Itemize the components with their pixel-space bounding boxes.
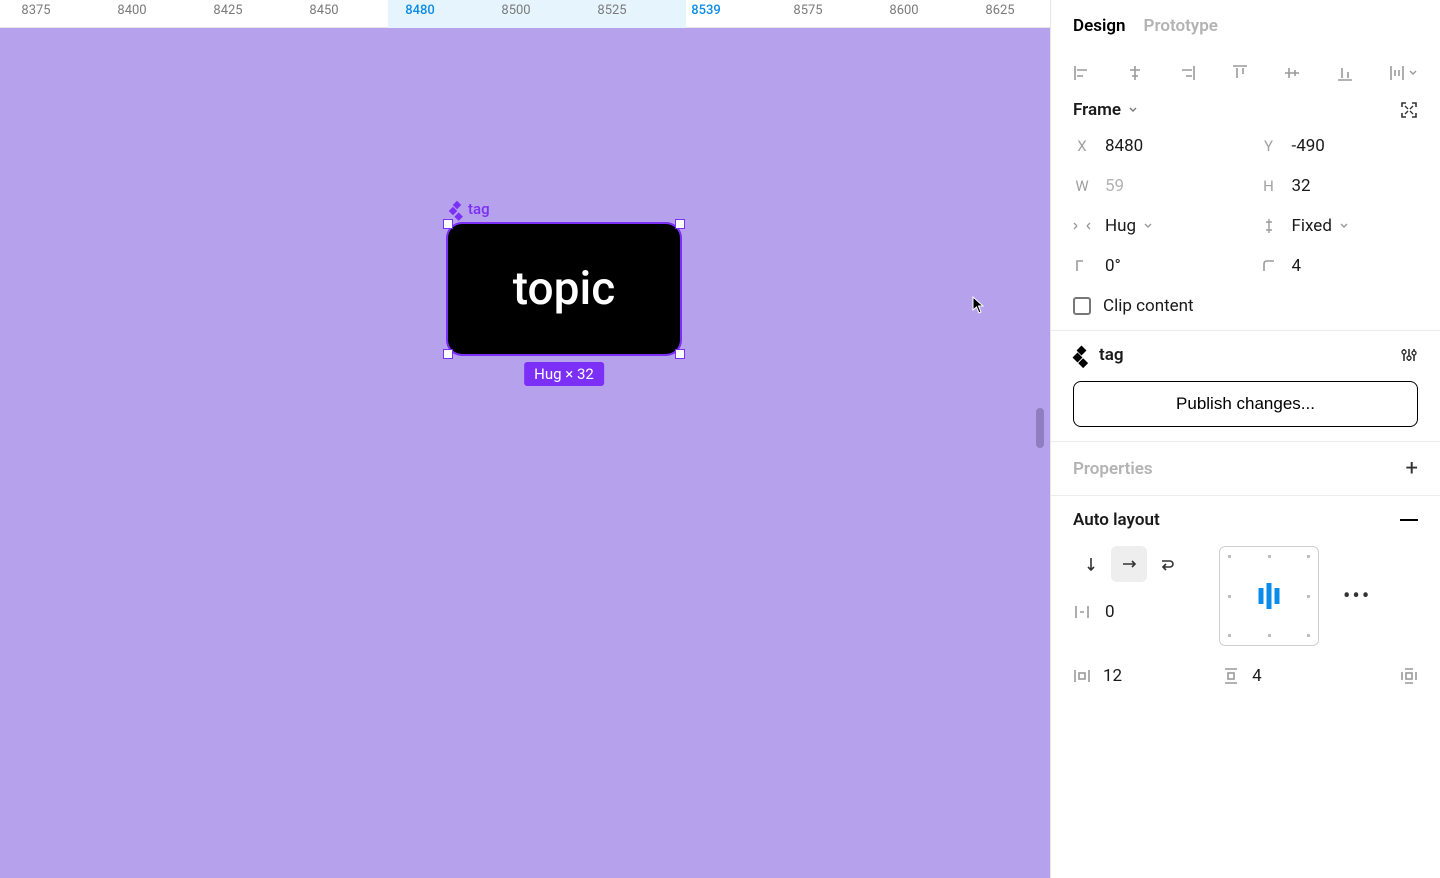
ruler-tick: 8480 <box>405 3 435 18</box>
align-left-icon[interactable] <box>1073 64 1091 82</box>
padding-horizontal-icon <box>1073 667 1091 685</box>
vertical-resize-icon <box>1260 217 1278 235</box>
ruler-tick: 8625 <box>985 3 1014 18</box>
tab-prototype[interactable]: Prototype <box>1144 16 1218 36</box>
x-field[interactable]: X 8480 <box>1073 136 1232 156</box>
publish-changes-button[interactable]: Publish changes... <box>1073 381 1418 427</box>
alignment-box[interactable] <box>1219 546 1319 646</box>
direction-horizontal-button[interactable] <box>1111 546 1147 582</box>
ruler-tick: 8539 <box>691 3 721 18</box>
individual-padding-icon[interactable] <box>1400 667 1418 685</box>
align-top-icon[interactable] <box>1231 64 1249 82</box>
direction-wrap-button[interactable] <box>1149 546 1185 582</box>
corner-radius-field[interactable]: 4 <box>1260 256 1419 276</box>
chevron-down-icon <box>1408 68 1418 78</box>
resize-handle-br[interactable] <box>675 349 685 359</box>
properties-title: Properties <box>1073 459 1153 479</box>
h-field[interactable]: H 32 <box>1260 176 1419 196</box>
gap-icon <box>1073 603 1091 621</box>
horizontal-resize-dropdown[interactable]: Hug <box>1073 216 1232 236</box>
component-icon <box>1073 347 1089 363</box>
autolayout-more-button[interactable]: ••• <box>1343 584 1371 609</box>
fit-to-content-icon[interactable] <box>1400 101 1418 119</box>
padding-vertical-field[interactable]: 4 <box>1222 666 1262 686</box>
canvas-area[interactable]: 8375 8400 8425 8450 8480 8500 8525 8539 8575 8600… <box>0 0 1050 878</box>
vertical-scrollbar-thumb[interactable] <box>1036 408 1044 448</box>
distribute-dropdown[interactable] <box>1388 64 1418 82</box>
ruler-tick: 8400 <box>117 3 146 18</box>
gap-field[interactable]: 0 <box>1073 602 1185 622</box>
component-icon <box>450 202 464 216</box>
frame-content-text: topic <box>513 262 615 316</box>
y-field[interactable]: Y -490 <box>1260 136 1419 156</box>
align-section: Frame X 8480 Y -490 W 59 <box>1051 50 1440 331</box>
chevron-down-icon <box>1127 104 1139 116</box>
padding-vertical-icon <box>1222 667 1240 685</box>
frame-type-dropdown[interactable]: Frame <box>1073 100 1139 120</box>
alignment-indicator-icon <box>1259 583 1280 609</box>
autolayout-section: Auto layout 0 <box>1051 496 1440 700</box>
selected-frame[interactable]: topic <box>448 224 680 354</box>
rotation-field[interactable]: 0° <box>1073 256 1232 276</box>
checkbox-icon <box>1073 297 1091 315</box>
vertical-resize-dropdown[interactable]: Fixed <box>1260 216 1419 236</box>
selection-size-badge: Hug × 32 <box>524 362 604 386</box>
chevron-down-icon <box>1142 220 1154 232</box>
clip-content-checkbox[interactable]: Clip content <box>1073 296 1418 316</box>
ruler-tick: 8425 <box>213 3 242 18</box>
padding-horizontal-field[interactable]: 12 <box>1073 666 1122 686</box>
chevron-down-icon <box>1338 220 1350 232</box>
align-bottom-icon[interactable] <box>1336 64 1354 82</box>
autolayout-title: Auto layout <box>1073 510 1160 530</box>
resize-handle-tr[interactable] <box>675 219 685 229</box>
component-name: tag <box>1099 345 1124 365</box>
remove-autolayout-button[interactable] <box>1400 519 1418 521</box>
ruler-tick: 8575 <box>793 3 822 18</box>
frame-label-text: tag <box>468 200 490 218</box>
canvas-background[interactable]: tag topic Hug × 32 <box>0 28 1050 878</box>
right-panel: Design Prototype Frame <box>1050 0 1440 878</box>
resize-handle-tl[interactable] <box>443 219 453 229</box>
properties-section: Properties + <box>1051 442 1440 496</box>
ruler-tick: 8375 <box>21 3 50 18</box>
component-settings-icon[interactable] <box>1400 346 1418 364</box>
align-hcenter-icon[interactable] <box>1126 64 1144 82</box>
cursor-icon <box>972 296 986 314</box>
rotation-icon <box>1073 258 1091 274</box>
horizontal-resize-icon <box>1073 219 1091 233</box>
align-right-icon[interactable] <box>1178 64 1196 82</box>
resize-handle-bl[interactable] <box>443 349 453 359</box>
ruler-tick: 8525 <box>597 3 626 18</box>
panel-tabs: Design Prototype <box>1051 0 1440 50</box>
frame-label[interactable]: tag <box>450 200 490 218</box>
w-field[interactable]: W 59 <box>1073 176 1232 196</box>
component-section: tag Publish changes... <box>1051 331 1440 442</box>
ruler-tick: 8450 <box>309 3 338 18</box>
corner-radius-icon <box>1260 258 1278 274</box>
align-vcenter-icon[interactable] <box>1283 64 1301 82</box>
horizontal-ruler[interactable]: 8375 8400 8425 8450 8480 8500 8525 8539 8575 8600… <box>0 0 1050 28</box>
tab-design[interactable]: Design <box>1073 16 1126 36</box>
direction-vertical-button[interactable] <box>1073 546 1109 582</box>
add-property-button[interactable]: + <box>1406 456 1418 481</box>
ruler-tick: 8600 <box>889 3 918 18</box>
ruler-tick: 8500 <box>501 3 530 18</box>
